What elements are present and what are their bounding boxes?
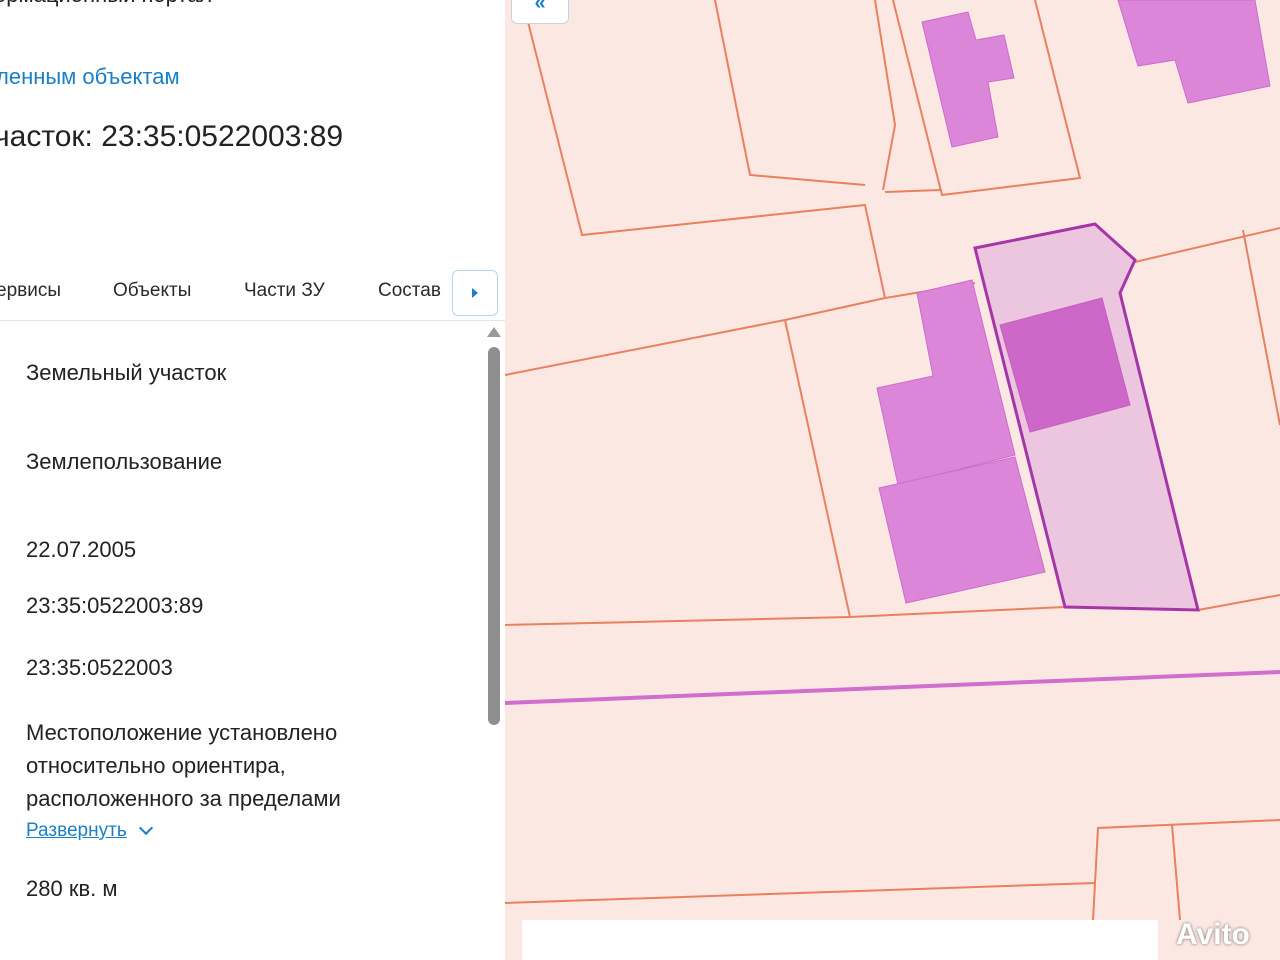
scrollbar-thumb[interactable] (488, 347, 500, 725)
building (1117, 0, 1271, 104)
scroll-up-arrow[interactable] (487, 327, 501, 337)
zone-boundary-line (505, 670, 1280, 705)
avito-watermark: Avito (1176, 918, 1250, 951)
cadastral-map[interactable] (505, 0, 1280, 960)
tab-bar: ервисы Объекты Части ЗУ Состав (0, 268, 505, 321)
parcel-heading: часток: 23:35:0522003:89 (0, 120, 344, 153)
date-value: 22.07.2005 (26, 537, 137, 562)
tab-composition[interactable]: Состав (378, 280, 441, 302)
area-value: 280 кв. м (26, 876, 118, 901)
collapse-panel-button[interactable]: « (511, 0, 569, 24)
chevron-down-icon (138, 820, 153, 836)
location-value: Местоположение установлено относительно … (26, 720, 341, 811)
cadastral-quarter-value: 23:35:0522003 (26, 655, 173, 680)
double-chevron-left-icon: « (534, 0, 546, 14)
tab-parcel-parts[interactable]: Части ЗУ (244, 280, 325, 302)
tab-services[interactable]: ервисы (0, 280, 61, 302)
portal-title: ормационный портал (0, 0, 212, 8)
expand-link-label: Развернуть (26, 820, 127, 841)
back-to-objects-link[interactable]: ленным объектам (0, 64, 180, 90)
tabs-next-button[interactable] (452, 270, 498, 316)
building (921, 11, 1015, 148)
object-type-value: Земельный участок (26, 360, 227, 385)
info-panel: ормационный портал ленным объектам часто… (0, 0, 505, 960)
right-type-value: Землепользование (26, 449, 223, 474)
caret-right-icon (472, 288, 478, 298)
tab-objects[interactable]: Объекты (113, 280, 191, 302)
map-layer (505, 0, 1280, 921)
expand-link[interactable]: Развернуть (26, 820, 153, 842)
cadastral-number-value: 23:35:0522003:89 (26, 593, 204, 618)
map-bottom-bar (522, 920, 1158, 960)
